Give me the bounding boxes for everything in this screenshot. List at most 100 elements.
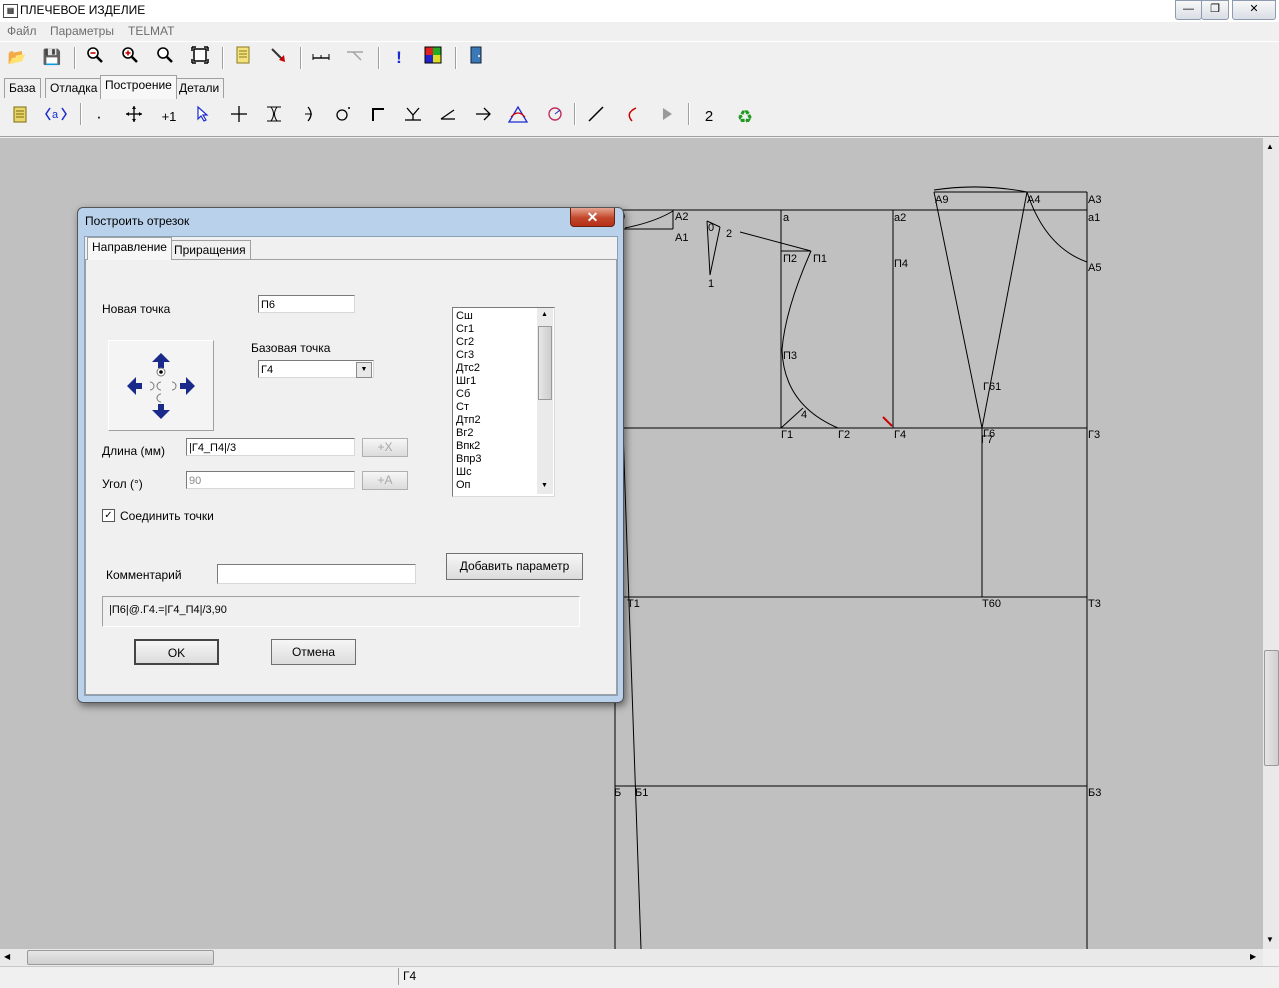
line-tool-icon[interactable]: [584, 105, 608, 129]
list-item[interactable]: Дтп2: [456, 414, 482, 427]
list-item[interactable]: Оп: [456, 479, 482, 492]
point-label: А9: [935, 194, 948, 206]
right-angle-tool-icon[interactable]: [366, 105, 390, 129]
tab-details[interactable]: Детали: [174, 78, 225, 98]
list-item[interactable]: Шг1: [456, 375, 482, 388]
menu-telmat[interactable]: TELMAT: [128, 24, 174, 38]
measure-angle-icon[interactable]: [343, 46, 367, 70]
palette-icon[interactable]: [421, 46, 445, 70]
save-icon[interactable]: 💾: [40, 46, 64, 70]
move-tool-icon[interactable]: [122, 105, 146, 129]
exit-door-icon[interactable]: [464, 46, 488, 70]
status-current-point: Г4: [403, 969, 417, 983]
perpendicular-tool-icon[interactable]: [401, 105, 425, 129]
tab-increments[interactable]: Приращения: [169, 240, 251, 260]
comment-input[interactable]: [217, 564, 416, 584]
add-angle-button[interactable]: +A: [362, 471, 408, 490]
select-arrow-icon[interactable]: [192, 105, 216, 129]
point-label: Г1: [781, 429, 793, 441]
vertical-scroll-thumb[interactable]: [1264, 650, 1279, 766]
list-item[interactable]: Сб: [456, 388, 482, 401]
number-two-tool[interactable]: 2: [697, 105, 721, 129]
tab-construction[interactable]: Построение: [100, 75, 177, 99]
ok-button[interactable]: OK: [134, 639, 219, 665]
base-point-select[interactable]: Г4 ▼: [258, 360, 374, 378]
list-item[interactable]: Сг2: [456, 336, 482, 349]
new-point-label: Новая точка: [102, 302, 171, 316]
circle-point-tool-icon[interactable]: [331, 105, 355, 129]
maximize-button[interactable]: ❐: [1201, 0, 1229, 20]
list-item[interactable]: Вг2: [456, 427, 482, 440]
list-item[interactable]: Сш: [456, 310, 482, 323]
length-input[interactable]: |Г4_П4|/3: [186, 438, 355, 456]
add-parameter-button[interactable]: Добавить параметр: [446, 553, 583, 580]
list-item[interactable]: Впк2: [456, 440, 482, 453]
dialog-client: Направление Приращения Новая точка П6 Ба: [84, 236, 618, 696]
new-point-input[interactable]: П6: [258, 295, 355, 313]
connect-points-checkbox[interactable]: ✓: [102, 509, 115, 522]
angle-tool-icon[interactable]: [436, 105, 460, 129]
close-window-button[interactable]: ✕: [1232, 0, 1276, 20]
toolbar-separator: [574, 103, 576, 125]
angle-label: Угол (°): [102, 477, 143, 491]
arc-point-tool-icon[interactable]: [297, 105, 321, 129]
notes-icon[interactable]: [8, 105, 32, 129]
list-item[interactable]: Сг1: [456, 323, 482, 336]
open-folder-icon[interactable]: 📂: [5, 46, 29, 70]
zoom-out-icon[interactable]: [83, 46, 107, 70]
point-label: а2: [894, 212, 906, 224]
direction-arrow-tool-icon[interactable]: [471, 105, 495, 129]
increment-tool-icon[interactable]: +1: [157, 105, 181, 129]
curve-tool-icon[interactable]: [619, 105, 643, 129]
menu-parameters[interactable]: Параметры: [50, 24, 114, 38]
chevron-down-icon[interactable]: ▼: [356, 362, 372, 378]
point-label: Г4: [894, 429, 906, 441]
recycle-icon[interactable]: ♻: [733, 105, 757, 129]
angle-input[interactable]: 90: [186, 471, 355, 489]
document-icon[interactable]: [231, 46, 255, 70]
tab-base[interactable]: База: [4, 78, 41, 98]
toolbar-separator: [222, 47, 224, 69]
direction-pad[interactable]: [108, 340, 214, 431]
scroll-down-arrow-icon[interactable]: ▼: [1266, 935, 1274, 944]
dialog-close-button[interactable]: ✕: [570, 208, 615, 227]
zoom-icon[interactable]: [153, 46, 177, 70]
vertical-scrollbar[interactable]: ▲ ▼: [1263, 138, 1279, 949]
menu-file[interactable]: Файл: [7, 24, 37, 38]
minimize-button[interactable]: —: [1175, 0, 1202, 20]
list-item[interactable]: Ст: [456, 401, 482, 414]
horizontal-scroll-thumb[interactable]: [27, 950, 214, 965]
list-item[interactable]: Шс: [456, 466, 482, 479]
bisector-tool-icon[interactable]: [262, 105, 286, 129]
play-icon[interactable]: [655, 105, 679, 129]
point-label: Б: [614, 787, 621, 799]
scroll-left-arrow-icon[interactable]: ◀: [4, 952, 10, 961]
exclamation-icon[interactable]: !: [387, 46, 411, 70]
circle-curve-tool-icon[interactable]: [543, 105, 567, 129]
scroll-right-arrow-icon[interactable]: ▶: [1250, 952, 1256, 961]
list-scroll-down-icon[interactable]: ▼: [541, 482, 548, 489]
scroll-up-arrow-icon[interactable]: ▲: [1266, 142, 1274, 151]
list-item[interactable]: Сг3: [456, 349, 482, 362]
list-scrollbar[interactable]: ▲ ▼: [537, 308, 553, 494]
tab-debug[interactable]: Отладка: [45, 78, 103, 98]
status-bar: Г4: [0, 966, 1279, 988]
measure-icon[interactable]: [309, 46, 333, 70]
cancel-button[interactable]: Отмена: [271, 639, 356, 665]
tab-direction[interactable]: Направление: [87, 237, 172, 260]
point-tool-icon[interactable]: ·: [87, 105, 111, 129]
triangle-curve-tool-icon[interactable]: [506, 105, 530, 129]
fit-to-window-icon[interactable]: [188, 46, 212, 70]
cross-tool-icon[interactable]: [227, 105, 251, 129]
pin-tool-icon[interactable]: [266, 46, 290, 70]
list-item[interactable]: Впр3: [456, 453, 482, 466]
add-x-button[interactable]: +X: [362, 438, 408, 457]
list-item[interactable]: Дтс2: [456, 362, 482, 375]
list-scroll-up-icon[interactable]: ▲: [541, 311, 548, 318]
list-scroll-thumb[interactable]: [538, 326, 552, 400]
dialog-title: Построить отрезок: [85, 214, 190, 228]
zoom-in-icon[interactable]: [118, 46, 142, 70]
parameter-list[interactable]: Сш Сг1 Сг2 Сг3 Дтс2 Шг1 Сб Ст Дтп2 Вг2 Впк2 Впр3 Шс О…: [452, 307, 555, 497]
horizontal-scrollbar[interactable]: ◀ ▶: [0, 949, 1263, 966]
variable-a-icon[interactable]: a: [44, 105, 68, 129]
